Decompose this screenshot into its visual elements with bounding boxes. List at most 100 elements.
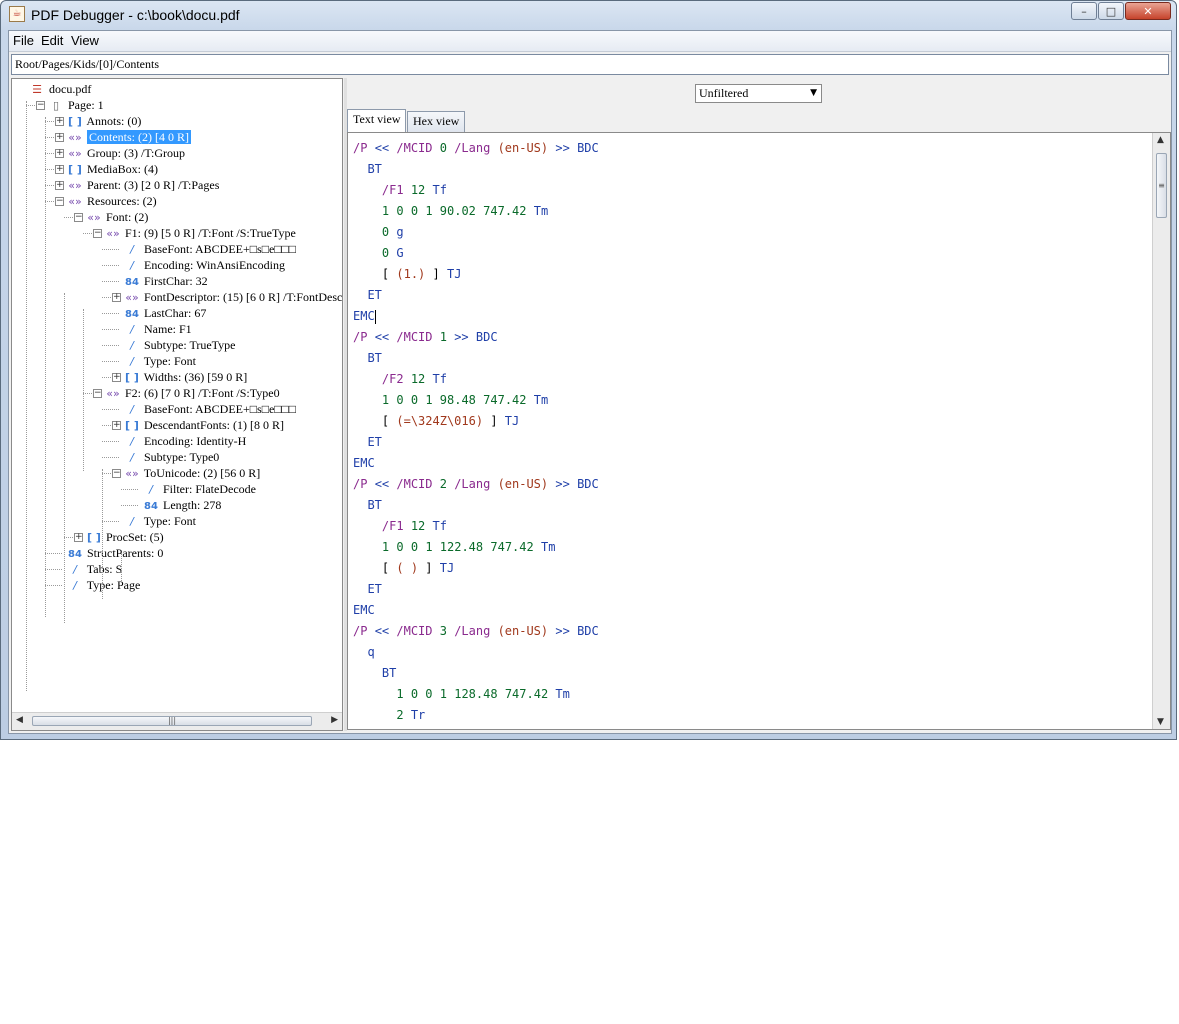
tree-node[interactable]: [ ] MediaBox: (4) bbox=[66, 161, 158, 177]
code-line[interactable]: 1 0 0 1 90.02 747.42 Tm bbox=[353, 201, 599, 222]
tree-node[interactable]: 84 Length: 278 bbox=[142, 497, 221, 513]
tree-node[interactable]: / Encoding: WinAnsiEncoding bbox=[123, 257, 285, 273]
expand-icon[interactable]: + bbox=[55, 133, 64, 142]
code-line[interactable]: /P << /MCID 1 >> BDC bbox=[353, 327, 599, 348]
maximize-button[interactable]: □ bbox=[1098, 2, 1124, 20]
code-line[interactable]: 0 g bbox=[353, 222, 599, 243]
expand-icon[interactable]: + bbox=[55, 117, 64, 126]
code-line[interactable]: 0 G bbox=[353, 243, 599, 264]
tree-node[interactable]: 84 StructParents: 0 bbox=[66, 545, 163, 561]
code-line[interactable]: /P << /MCID 0 /Lang (en-US) >> BDC bbox=[353, 138, 599, 159]
code-line[interactable]: /F1 12 Tf bbox=[353, 180, 599, 201]
code-line[interactable]: BT bbox=[353, 663, 599, 684]
tree-node[interactable]: 84 LastChar: 67 bbox=[123, 305, 206, 321]
content-stream-code[interactable]: /P << /MCID 0 /Lang (en-US) >> BDC BT /F… bbox=[353, 138, 599, 726]
scrollbar-thumb[interactable]: ||| bbox=[32, 716, 312, 726]
expand-icon[interactable]: + bbox=[55, 149, 64, 158]
tree-node[interactable]: [ ] Widths: (36) [59 0 R] bbox=[123, 369, 247, 385]
tree-node[interactable]: / BaseFont: ABCDEE+□s□e□□□ bbox=[123, 401, 296, 417]
code-line[interactable]: q bbox=[353, 642, 599, 663]
collapse-icon[interactable]: − bbox=[93, 389, 102, 398]
scrollbar-thumb[interactable]: ≡ bbox=[1156, 153, 1167, 218]
code-line[interactable]: [ (1.) ] TJ bbox=[353, 264, 599, 285]
tree-node[interactable]: / Name: F1 bbox=[123, 321, 192, 337]
collapse-icon[interactable]: − bbox=[93, 229, 102, 238]
expand-icon[interactable]: + bbox=[112, 421, 121, 430]
menu-edit[interactable]: Edit bbox=[41, 33, 63, 48]
code-line[interactable]: EMC bbox=[353, 600, 599, 621]
code-line[interactable]: BT bbox=[353, 495, 599, 516]
tree-node[interactable]: «» Resources: (2) bbox=[66, 193, 156, 209]
object-tree[interactable]: ☰ docu.pdf − ▯ Page: 1 +[ ] Annots: (0) + «» … bbox=[12, 79, 342, 715]
object-path-field[interactable]: Root/Pages/Kids/[0]/Contents bbox=[11, 54, 1169, 75]
expand-icon[interactable]: + bbox=[112, 373, 121, 382]
title-bar[interactable]: ☕ PDF Debugger - c:\book\docu.pdf – □ ✕ bbox=[1, 1, 1176, 29]
code-line[interactable]: 1 0 0 1 98.48 747.42 Tm bbox=[353, 390, 599, 411]
tree-node[interactable]: «» Parent: (3) [2 0 R] /T:Pages bbox=[66, 177, 219, 193]
tree-node[interactable]: [ ] DescendantFonts: (1) [8 0 R] bbox=[123, 417, 284, 433]
filter-dropdown[interactable]: Unfiltered ▼ bbox=[695, 84, 822, 103]
tree-node[interactable]: «» F2: (6) [7 0 R] /T:Font /S:Type0 bbox=[104, 385, 279, 401]
tree-node[interactable]: / Type: Font bbox=[123, 513, 196, 529]
code-line[interactable]: BT bbox=[353, 159, 599, 180]
tree-node[interactable]: / Tabs: S bbox=[66, 561, 122, 577]
tree-node[interactable]: ▯ Page: 1 bbox=[47, 97, 104, 113]
code-line[interactable]: 1 0 0 1 122.48 747.42 Tm bbox=[353, 537, 599, 558]
code-line[interactable]: EMC bbox=[353, 453, 599, 474]
code-line[interactable]: /F2 12 Tf bbox=[353, 369, 599, 390]
tree-node[interactable]: «» ToUnicode: (2) [56 0 R] bbox=[123, 465, 260, 481]
tree-node[interactable]: / Subtype: TrueType bbox=[123, 337, 235, 353]
stream-text-view[interactable]: /P << /MCID 0 /Lang (en-US) >> BDC BT /F… bbox=[347, 132, 1171, 730]
tree-node[interactable]: / Encoding: Identity-H bbox=[123, 433, 246, 449]
close-button[interactable]: ✕ bbox=[1125, 2, 1171, 20]
menu-file[interactable]: File bbox=[13, 33, 34, 48]
expand-icon[interactable]: + bbox=[112, 293, 121, 302]
scroll-right-arrow-icon[interactable]: ▶ bbox=[331, 715, 338, 725]
code-line[interactable]: ET bbox=[353, 432, 599, 453]
tree-node[interactable]: / BaseFont: ABCDEE+□s□e□□□ bbox=[123, 241, 296, 257]
tab-hex-view[interactable]: Hex view bbox=[407, 111, 466, 132]
code-line[interactable]: [ ( ) ] TJ bbox=[353, 558, 599, 579]
tree-node[interactable]: / Type: Page bbox=[66, 577, 140, 593]
scroll-up-arrow-icon[interactable]: ▲ bbox=[1157, 135, 1164, 145]
scroll-down-arrow-icon[interactable]: ▼ bbox=[1157, 717, 1164, 727]
tree-node[interactable]: «» Group: (3) /T:Group bbox=[66, 145, 185, 161]
code-line[interactable]: ET bbox=[353, 285, 599, 306]
code-line[interactable]: EMC bbox=[353, 306, 599, 327]
tree-node[interactable]: [ ] Annots: (0) bbox=[66, 113, 141, 129]
code-line[interactable]: [ (=\324Z\016) ] TJ bbox=[353, 411, 599, 432]
code-line[interactable]: 2 Tr bbox=[353, 705, 599, 726]
tree-node[interactable]: / Filter: FlateDecode bbox=[142, 481, 256, 497]
text-vertical-scrollbar[interactable]: ▲ ≡ ▼ bbox=[1152, 133, 1170, 729]
tree-node[interactable]: 84 FirstChar: 32 bbox=[123, 273, 208, 289]
tree-node[interactable]: [ ] ProcSet: (5) bbox=[85, 529, 164, 545]
code-token: EMC bbox=[353, 603, 375, 617]
tree-node[interactable]: «» Font: (2) bbox=[85, 209, 148, 225]
tree-node[interactable]: ☰ docu.pdf bbox=[28, 81, 91, 97]
tab-text-view[interactable]: Text view bbox=[347, 109, 407, 132]
tree-node[interactable]: «» Contents: (2) [4 0 R] bbox=[66, 129, 191, 145]
collapse-icon[interactable]: − bbox=[36, 101, 45, 110]
expand-icon[interactable]: + bbox=[55, 165, 64, 174]
code-line[interactable]: BT bbox=[353, 348, 599, 369]
code-line[interactable]: ET bbox=[353, 579, 599, 600]
collapse-icon[interactable]: − bbox=[112, 469, 121, 478]
expand-icon[interactable]: + bbox=[55, 181, 64, 190]
scroll-left-arrow-icon[interactable]: ◀ bbox=[16, 715, 23, 725]
tree-node[interactable]: «» F1: (9) [5 0 R] /T:Font /S:TrueType bbox=[104, 225, 296, 241]
tree-node[interactable]: / Subtype: Type0 bbox=[123, 449, 219, 465]
tree-node[interactable]: / Type: Font bbox=[123, 353, 196, 369]
code-line[interactable]: 1 0 0 1 128.48 747.42 Tm bbox=[353, 684, 599, 705]
tree-node-label: Group: (3) /T:Group bbox=[87, 146, 186, 160]
menu-view[interactable]: View bbox=[71, 33, 99, 48]
code-token: /Lang bbox=[454, 624, 491, 638]
collapse-icon[interactable]: − bbox=[74, 213, 83, 222]
code-line[interactable]: /P << /MCID 3 /Lang (en-US) >> BDC bbox=[353, 621, 599, 642]
code-line[interactable]: /F1 12 Tf bbox=[353, 516, 599, 537]
tree-node[interactable]: «» FontDescriptor: (15) [6 0 R] /T:FontD… bbox=[123, 289, 342, 305]
minimize-button[interactable]: – bbox=[1071, 2, 1097, 20]
expand-icon[interactable]: + bbox=[74, 533, 83, 542]
collapse-icon[interactable]: − bbox=[55, 197, 64, 206]
tree-horizontal-scrollbar[interactable]: ◀ ||| ▶ bbox=[12, 712, 342, 730]
code-line[interactable]: /P << /MCID 2 /Lang (en-US) >> BDC bbox=[353, 474, 599, 495]
